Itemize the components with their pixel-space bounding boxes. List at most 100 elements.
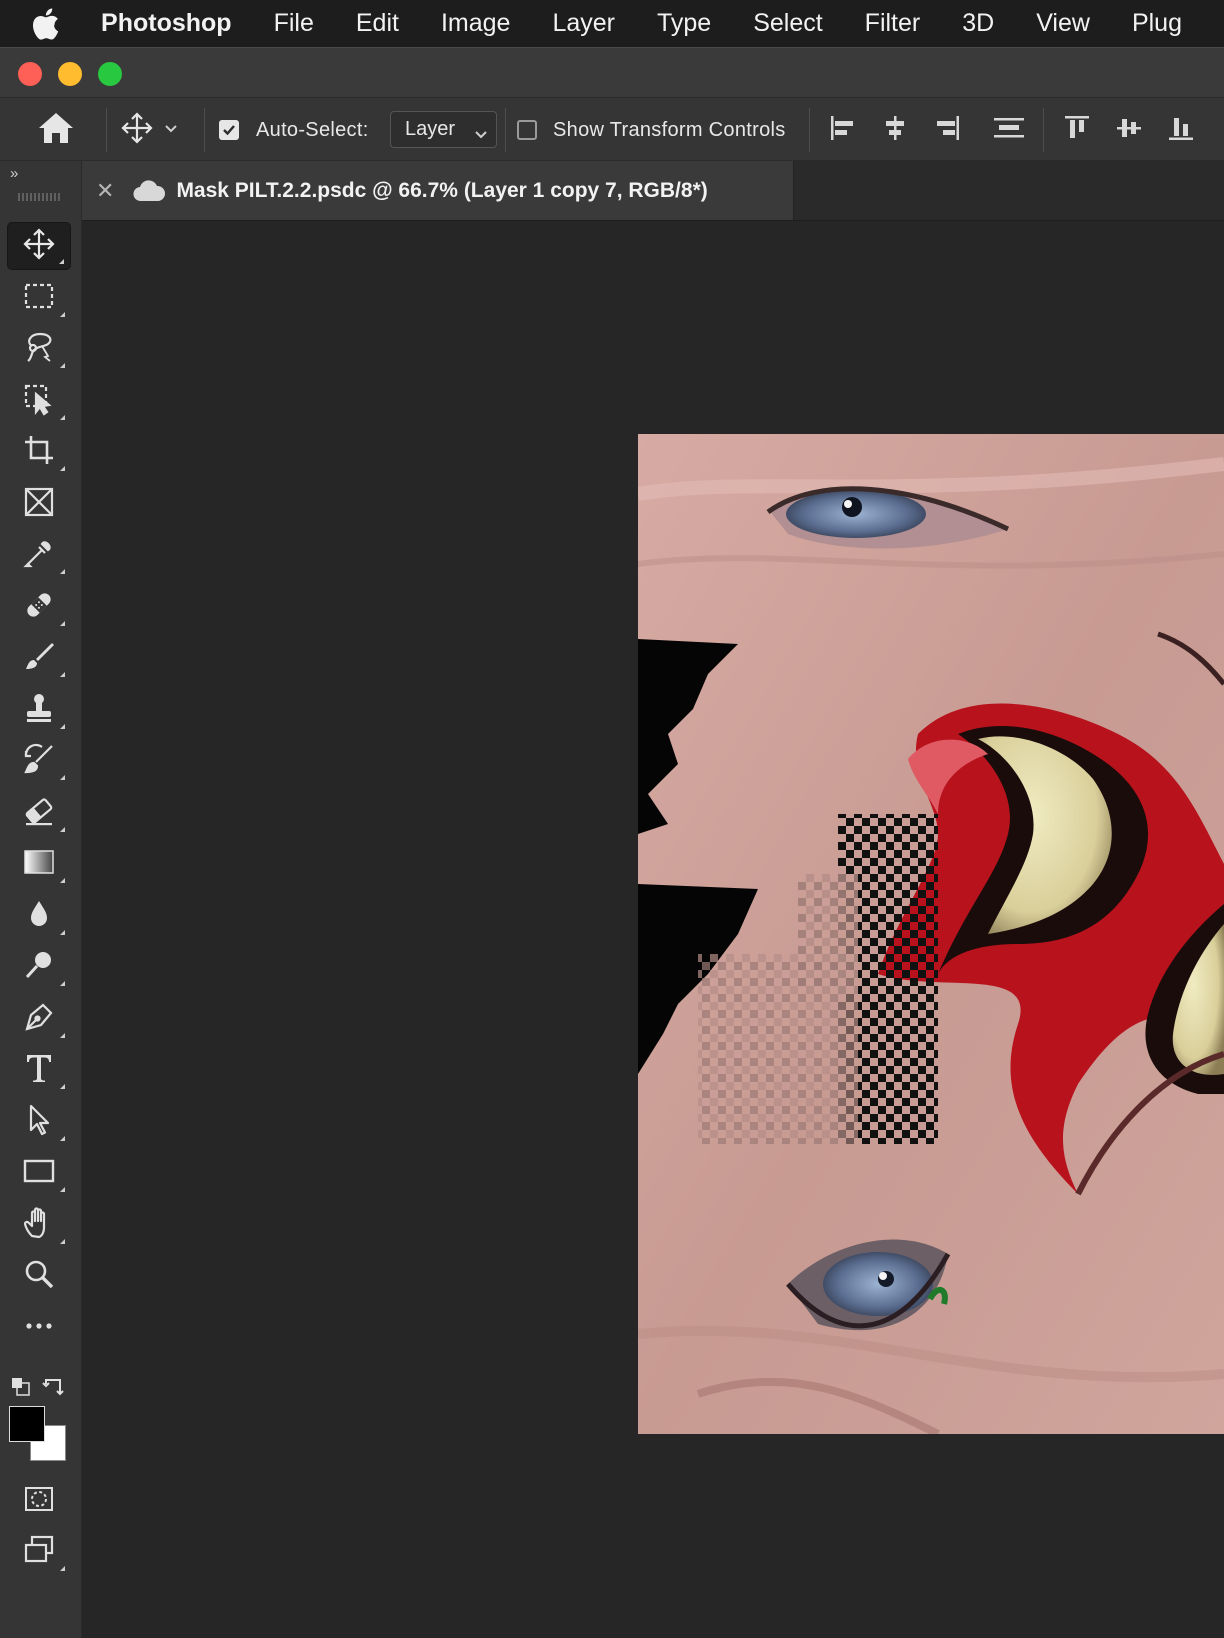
rectangle-icon xyxy=(22,1154,56,1193)
move-tool-preset-picker[interactable] xyxy=(120,98,178,162)
path-selection-tool[interactable] xyxy=(7,1098,71,1146)
zoom-tool[interactable] xyxy=(7,1252,71,1300)
eraser-icon xyxy=(22,794,56,833)
object-selection-icon xyxy=(22,382,56,421)
menu-layer[interactable]: Layer xyxy=(552,9,615,38)
document-title: Mask PILT.2.2.psdc @ 66.7% (Layer 1 copy… xyxy=(176,178,708,202)
screen-mode-button[interactable] xyxy=(7,1528,71,1576)
frame-tool[interactable] xyxy=(7,480,71,528)
align-top-edges-button[interactable] xyxy=(1062,98,1092,162)
document-tab-bar: ✕ Mask PILT.2.2.psdc @ 66.7% (Layer 1 co… xyxy=(82,161,1224,221)
water-drop-icon xyxy=(22,897,56,936)
menu-view[interactable]: View xyxy=(1036,9,1090,38)
auto-select-checkbox[interactable] xyxy=(219,120,239,140)
align-left-icon xyxy=(828,113,858,148)
eraser-tool[interactable] xyxy=(7,789,71,837)
quick-mask-icon xyxy=(22,1482,56,1521)
object-selection-tool[interactable] xyxy=(7,377,71,425)
align-top-icon xyxy=(1062,113,1092,148)
swap-colors-button[interactable] xyxy=(42,1376,66,1403)
auto-select-label: Auto-Select: xyxy=(256,118,369,141)
menu-type[interactable]: Type xyxy=(657,9,711,38)
menu-3d[interactable]: 3D xyxy=(962,9,994,38)
dodge-icon xyxy=(22,948,56,987)
lasso-icon xyxy=(22,330,56,369)
align-bottom-edges-button[interactable] xyxy=(1166,98,1196,162)
zoom-window-button[interactable] xyxy=(98,62,122,86)
apple-menu-icon[interactable] xyxy=(30,7,75,41)
pen-tool[interactable] xyxy=(7,995,71,1043)
swap-arrows-icon xyxy=(42,1379,66,1402)
lasso-tool[interactable] xyxy=(7,325,71,373)
arrow-pointer-icon xyxy=(22,1103,56,1142)
frame-icon xyxy=(22,485,56,524)
eyedropper-tool[interactable] xyxy=(7,531,71,579)
menu-select[interactable]: Select xyxy=(753,9,822,38)
stamp-icon xyxy=(22,691,56,730)
brush-tool[interactable] xyxy=(7,634,71,682)
chevron-down-icon xyxy=(164,121,178,139)
menu-file[interactable]: File xyxy=(274,9,314,38)
rectangular-marquee-icon xyxy=(22,279,56,318)
distorted-face-artwork xyxy=(638,434,1224,1434)
screen-mode-icon xyxy=(22,1533,56,1572)
show-transform-controls-checkbox[interactable] xyxy=(517,120,537,140)
align-vertical-centers-button[interactable] xyxy=(1114,98,1144,162)
chevron-down-icon xyxy=(474,123,488,146)
align-right-edges-button[interactable] xyxy=(932,98,962,162)
gradient-icon xyxy=(22,845,56,884)
close-tab-icon[interactable]: ✕ xyxy=(96,178,114,204)
history-brush-icon xyxy=(22,742,56,781)
marquee-tool[interactable] xyxy=(7,274,71,322)
blur-tool[interactable] xyxy=(7,892,71,940)
menu-filter[interactable]: Filter xyxy=(865,9,921,38)
foreground-color-swatch[interactable] xyxy=(9,1406,45,1442)
eyedropper-icon xyxy=(22,536,56,575)
move-tool[interactable] xyxy=(7,222,71,270)
dodge-tool[interactable] xyxy=(7,943,71,991)
options-bar: Auto-Select: Layer Show Transform Contro… xyxy=(0,97,1224,161)
menu-edit[interactable]: Edit xyxy=(356,9,399,38)
minimize-window-button[interactable] xyxy=(58,62,82,86)
show-transform-controls-label: Show Transform Controls xyxy=(553,118,786,141)
quick-mask-button[interactable] xyxy=(7,1477,71,1525)
edit-toolbar-button[interactable] xyxy=(7,1304,71,1352)
document-canvas[interactable] xyxy=(638,434,1224,1434)
close-window-button[interactable] xyxy=(18,62,42,86)
distribute-vertical-button[interactable] xyxy=(992,98,1026,162)
healing-brush-tool[interactable] xyxy=(7,583,71,631)
menu-app-name[interactable]: Photoshop xyxy=(101,9,232,38)
move-icon xyxy=(22,227,56,266)
hand-tool[interactable] xyxy=(7,1201,71,1249)
align-bottom-icon xyxy=(1166,113,1196,148)
move-icon xyxy=(120,111,154,150)
history-brush-tool[interactable] xyxy=(7,737,71,785)
type-tool[interactable] xyxy=(7,1046,71,1094)
bandage-icon xyxy=(22,588,56,627)
pen-icon xyxy=(22,1000,56,1039)
menu-bar: Photoshop File Edit Image Layer Type Sel… xyxy=(0,0,1224,47)
menu-plugins[interactable]: Plug xyxy=(1132,9,1182,38)
align-right-icon xyxy=(932,113,962,148)
home-button[interactable] xyxy=(36,98,76,162)
menu-image[interactable]: Image xyxy=(441,9,510,38)
rectangle-tool[interactable] xyxy=(7,1149,71,1197)
auto-select-value: Layer xyxy=(405,118,456,140)
canvas-workspace[interactable] xyxy=(82,221,1224,1638)
type-icon xyxy=(22,1051,56,1090)
gradient-tool[interactable] xyxy=(7,840,71,888)
window-title-bar xyxy=(0,47,1224,97)
align-horizontal-centers-button[interactable] xyxy=(880,98,910,162)
document-tab[interactable]: ✕ Mask PILT.2.2.psdc @ 66.7% (Layer 1 co… xyxy=(82,161,794,220)
clone-stamp-tool[interactable] xyxy=(7,686,71,734)
align-center-icon xyxy=(880,113,910,148)
crop-icon xyxy=(22,433,56,472)
align-left-edges-button[interactable] xyxy=(828,98,858,162)
default-colors-button[interactable] xyxy=(10,1376,32,1403)
home-icon xyxy=(36,110,76,151)
distribute-icon xyxy=(992,113,1026,148)
crop-tool[interactable] xyxy=(7,428,71,476)
panel-collapse-button[interactable]: » xyxy=(10,165,18,182)
panel-grip[interactable] xyxy=(18,193,60,201)
auto-select-dropdown[interactable]: Layer xyxy=(390,111,497,148)
